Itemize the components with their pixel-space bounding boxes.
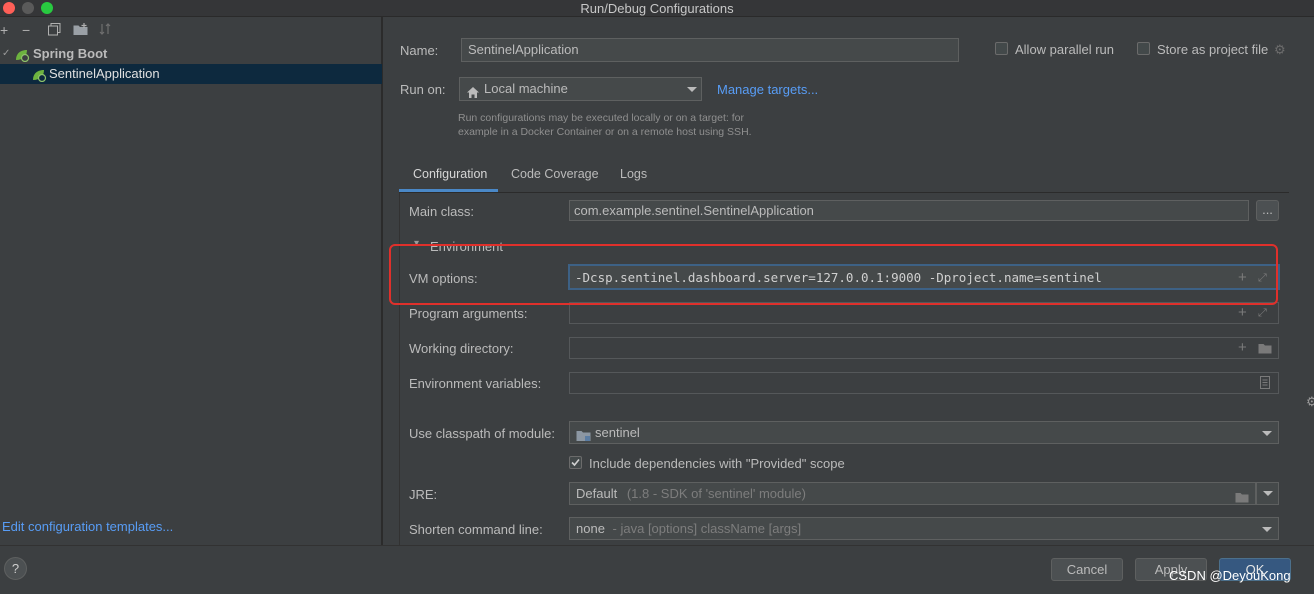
main-class-label: Main class: <box>409 204 475 219</box>
shorten-command-line-label: Shorten command line: <box>409 522 543 537</box>
folder-icon[interactable] <box>73 23 88 39</box>
tab-configuration[interactable]: Configuration <box>413 167 487 181</box>
chevron-down-icon <box>1263 491 1273 496</box>
jre-detail: (1.8 - SDK of 'sentinel' module) <box>626 486 806 501</box>
sort-icon[interactable] <box>99 23 112 39</box>
document-icon[interactable] <box>1260 376 1270 392</box>
allow-parallel-run-checkbox[interactable] <box>995 42 1008 55</box>
title-bar: Run/Debug Configurations <box>0 0 1314 17</box>
tree-item-sentinel-application[interactable]: SentinelApplication <box>0 64 382 84</box>
jre-select[interactable]: Default (1.8 - SDK of 'sentinel' module) <box>569 482 1256 505</box>
jre-dropdown-button[interactable] <box>1256 482 1279 505</box>
shorten-command-line-select[interactable]: none - java [options] className [args] <box>569 517 1279 540</box>
jre-value: Default <box>576 486 618 501</box>
working-directory-input[interactable] <box>569 337 1279 359</box>
run-on-hint-line-2: example in a Docker Container or on a re… <box>458 126 752 138</box>
remove-icon[interactable]: − <box>22 22 30 38</box>
add-icon[interactable]: + <box>1238 340 1247 355</box>
main-class-input[interactable]: com.example.sentinel.SentinelApplication <box>569 200 1249 221</box>
chevron-down-icon <box>1262 527 1272 532</box>
include-provided-dependencies-label: Include dependencies with "Provided" sco… <box>589 456 845 471</box>
cancel-button[interactable]: Cancel <box>1051 558 1123 581</box>
program-arguments-input[interactable] <box>569 302 1279 324</box>
environment-variables-input[interactable] <box>569 372 1279 394</box>
module-folder-icon <box>576 427 591 448</box>
run-on-label: Run on: <box>400 82 446 97</box>
program-arguments-label: Program arguments: <box>409 306 528 321</box>
shorten-command-line-detail: - java [options] className [args] <box>612 521 802 536</box>
spring-boot-icon <box>32 68 47 88</box>
chevron-down-icon <box>1262 431 1272 436</box>
chevron-down-icon <box>687 87 697 92</box>
run-on-value: Local machine <box>484 81 568 96</box>
tree-group-spring-boot[interactable]: ✓ Spring Boot <box>0 44 382 64</box>
allow-parallel-run-label: Allow parallel run <box>1015 42 1114 57</box>
store-as-project-file-checkbox[interactable] <box>1137 42 1150 55</box>
add-icon[interactable]: + <box>0 22 8 38</box>
help-button[interactable]: ? <box>4 557 27 580</box>
add-icon[interactable]: + <box>1238 305 1247 320</box>
dialog-button-bar: ? Cancel Apply OK CSDN @DeyouKong <box>0 545 1314 594</box>
tree-group-label: Spring Boot <box>33 46 108 61</box>
environment-variables-label: Environment variables: <box>409 376 542 391</box>
working-directory-label: Working directory: <box>409 341 514 356</box>
folder-icon[interactable] <box>1235 488 1249 509</box>
include-provided-dependencies-checkbox[interactable] <box>569 456 582 469</box>
browse-main-class-button[interactable]: ... <box>1256 200 1279 221</box>
copy-icon[interactable] <box>48 23 61 39</box>
vm-options-highlight-box <box>389 244 1278 305</box>
classpath-module-value: sentinel <box>595 425 640 440</box>
chevron-down-icon[interactable]: ✓ <box>2 44 10 64</box>
name-label: Name: <box>400 43 439 58</box>
gear-icon[interactable]: ⚙ <box>1274 43 1286 57</box>
edit-configuration-templates-link[interactable]: Edit configuration templates... <box>2 519 173 534</box>
store-as-project-file-label: Store as project file <box>1157 42 1269 57</box>
manage-targets-link[interactable]: Manage targets... <box>717 82 818 97</box>
home-icon <box>467 83 479 105</box>
run-on-select[interactable]: Local machine <box>459 77 702 101</box>
tab-logs[interactable]: Logs <box>620 167 647 181</box>
folder-icon[interactable] <box>1258 343 1272 357</box>
expand-icon[interactable]: ⤢ <box>1258 306 1267 320</box>
classpath-module-select[interactable]: sentinel <box>569 421 1279 444</box>
configuration-tree-panel: + − ✓ Spring Boot SentinelApplication Ed… <box>0 17 382 545</box>
classpath-module-label: Use classpath of module: <box>409 426 555 441</box>
jre-label: JRE: <box>409 487 438 502</box>
run-on-hint-line-1: Run configurations may be executed local… <box>458 112 744 124</box>
shorten-command-line-value: none <box>576 521 605 536</box>
tree-item-label: SentinelApplication <box>49 66 160 81</box>
watermark: CSDN @DeyouKong <box>1169 568 1291 583</box>
gear-icon: ⚙ <box>1306 394 1314 409</box>
name-input[interactable]: SentinelApplication <box>461 38 959 62</box>
tab-code-coverage[interactable]: Code Coverage <box>511 167 599 181</box>
window-title: Run/Debug Configurations <box>580 1 734 16</box>
